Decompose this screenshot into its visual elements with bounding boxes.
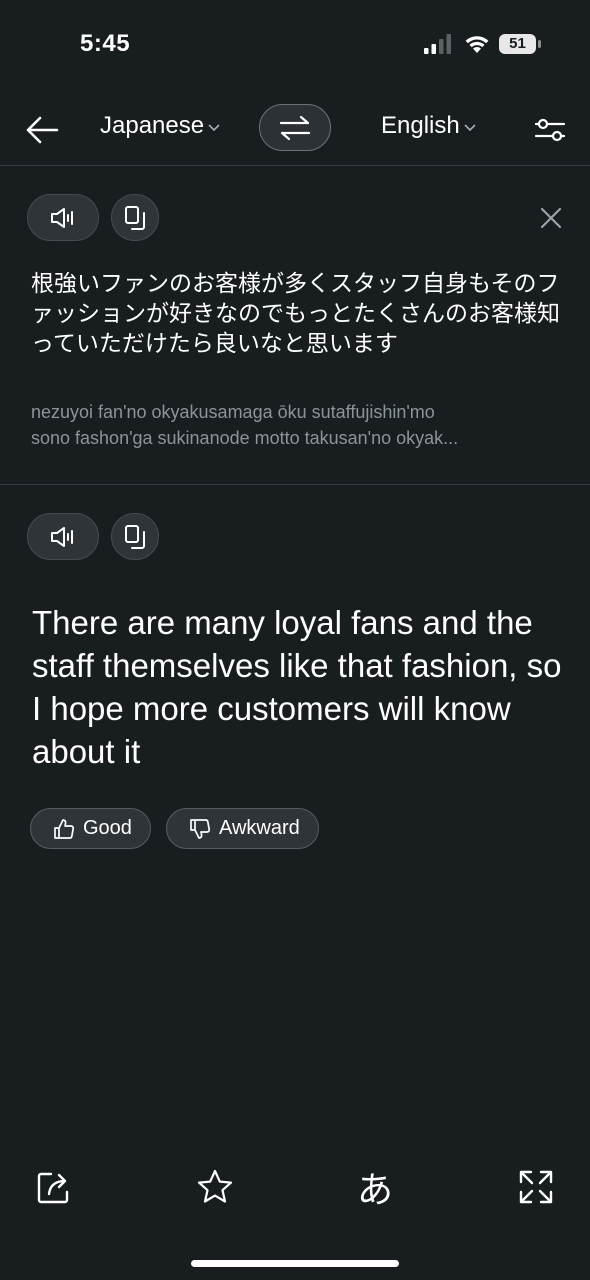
clear-text-button[interactable] bbox=[534, 201, 568, 235]
good-feedback-button[interactable]: Good bbox=[30, 808, 151, 849]
speaker-icon bbox=[51, 207, 73, 228]
signal-icon bbox=[424, 34, 451, 54]
good-label: Good bbox=[83, 817, 132, 839]
settings-button[interactable] bbox=[528, 108, 572, 152]
favorite-button[interactable] bbox=[193, 1165, 237, 1209]
back-button[interactable] bbox=[20, 108, 64, 152]
share-icon bbox=[37, 1172, 69, 1204]
source-language-label: Japanese bbox=[100, 112, 205, 139]
source-speak-button[interactable] bbox=[27, 194, 99, 241]
status-bar: 5:45 51 bbox=[0, 0, 590, 90]
thumbs-down-icon bbox=[190, 818, 211, 839]
awkward-label: Awkward bbox=[219, 817, 300, 839]
home-indicator[interactable] bbox=[191, 1260, 399, 1267]
source-language-selector[interactable]: Japanese bbox=[100, 112, 220, 140]
translation-text: There are many loyal fans and the staff … bbox=[32, 604, 562, 770]
language-toolbar: Japanese English bbox=[0, 100, 590, 166]
copy-icon bbox=[125, 524, 145, 549]
target-language-label: English bbox=[381, 112, 460, 139]
target-copy-button[interactable] bbox=[111, 513, 159, 560]
settings-sliders-icon bbox=[534, 118, 566, 142]
romanization: nezuyoi fan'no okyakusamaga ōku sutaffuj… bbox=[31, 399, 556, 451]
awkward-feedback-button[interactable]: Awkward bbox=[166, 808, 319, 849]
target-speak-button[interactable] bbox=[27, 513, 99, 560]
expand-icon bbox=[519, 1170, 553, 1204]
copy-icon bbox=[125, 205, 145, 230]
share-button[interactable] bbox=[32, 1165, 76, 1209]
swap-icon bbox=[279, 115, 311, 140]
star-icon bbox=[197, 1169, 233, 1203]
battery-icon: 51 bbox=[498, 33, 542, 55]
romanization-line: nezuyoi fan'no okyakusamaga ōku sutaffuj… bbox=[31, 402, 435, 422]
kana-keyboard-icon[interactable]: あ bbox=[353, 1165, 397, 1211]
chevron-down-icon bbox=[208, 124, 220, 132]
close-icon bbox=[540, 207, 562, 229]
back-arrow-icon bbox=[26, 116, 59, 144]
status-time: 5:45 bbox=[80, 30, 131, 57]
source-panel: 根強いファンのお客様が多くスタッフ自身もそのファッションが好きなのでもっとたくさ… bbox=[0, 167, 590, 485]
swap-languages-button[interactable] bbox=[259, 104, 331, 151]
wifi-icon bbox=[465, 36, 489, 53]
source-text[interactable]: 根強いファンのお客様が多くスタッフ自身もそのファッションが好きなのでもっとたくさ… bbox=[31, 269, 561, 359]
target-language-selector[interactable]: English bbox=[381, 112, 476, 140]
source-copy-button[interactable] bbox=[111, 194, 159, 241]
battery-level: 51 bbox=[509, 35, 526, 52]
speaker-icon bbox=[51, 526, 73, 547]
chevron-down-icon bbox=[464, 124, 476, 132]
romanization-line: sono fashon'ga sukinanode motto takusan'… bbox=[31, 428, 459, 448]
expand-button[interactable] bbox=[514, 1165, 558, 1209]
thumbs-up-icon bbox=[54, 818, 75, 839]
